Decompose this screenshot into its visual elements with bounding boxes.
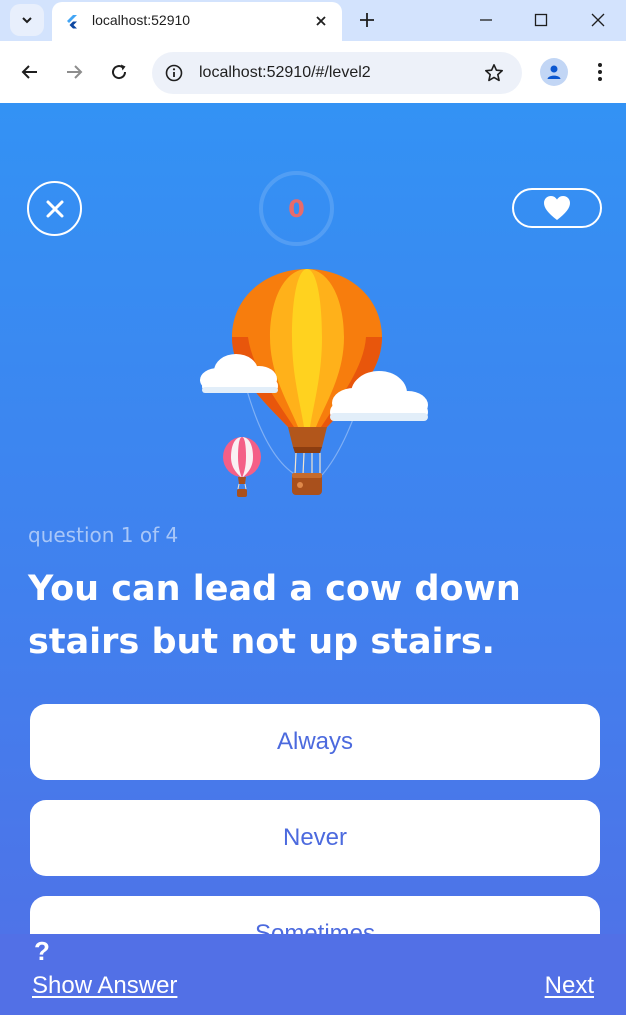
tab-close-button[interactable] — [310, 10, 332, 32]
address-bar[interactable]: localhost:52910/#/level2 — [152, 52, 522, 94]
answer-option-never[interactable]: Never — [30, 800, 600, 876]
favorite-button[interactable] — [512, 188, 602, 228]
question-counter: question 1 of 4 — [28, 523, 179, 547]
person-icon — [547, 65, 561, 79]
chevron-down-icon — [22, 17, 32, 24]
forward-button[interactable] — [58, 56, 90, 88]
info-icon — [165, 64, 183, 82]
arrow-left-icon — [21, 65, 37, 79]
close-icon — [316, 16, 326, 26]
browser-toolbar: localhost:52910/#/level2 — [0, 41, 626, 103]
help-icon: ? — [34, 936, 50, 966]
maximize-icon — [534, 13, 548, 27]
heart-icon — [544, 196, 570, 220]
new-tab-button[interactable] — [352, 5, 382, 35]
more-vert-icon — [598, 63, 602, 81]
show-answer-link[interactable]: Show Answer — [32, 972, 177, 1000]
reload-icon — [112, 64, 127, 80]
score-value: 0 — [288, 194, 305, 223]
score-indicator: 0 — [259, 171, 334, 246]
question-text: You can lead a cow down stairs but not u… — [28, 569, 521, 662]
tab-title: localhost:52910 — [92, 12, 191, 28]
minimize-button[interactable] — [458, 0, 514, 40]
tab-search-button[interactable] — [10, 4, 44, 36]
answer-option-always[interactable]: Always — [30, 704, 600, 780]
browser-tab[interactable]: localhost:52910 — [52, 2, 342, 41]
quiz-screen: 0 question 1 of 4 You can lead a cow dow… — [0, 103, 626, 1015]
profile-button[interactable] — [540, 58, 568, 86]
close-icon — [591, 13, 605, 27]
hot-air-balloon-illustration — [200, 269, 428, 497]
window-close-button[interactable] — [570, 0, 626, 40]
next-link[interactable]: Next — [545, 972, 594, 1000]
maximize-button[interactable] — [513, 0, 569, 40]
bottom-action-bar: ? Show Answer Next — [0, 934, 626, 1015]
browser-menu-button[interactable] — [586, 58, 614, 86]
exit-quiz-button[interactable] — [27, 181, 82, 236]
plus-icon — [360, 13, 374, 27]
flutter-icon — [67, 15, 77, 29]
minimize-icon — [480, 19, 492, 21]
url-text[interactable]: localhost:52910/#/level2 — [199, 64, 371, 82]
arrow-right-icon — [67, 65, 83, 79]
site-info-button[interactable] — [162, 61, 186, 85]
star-icon — [485, 64, 503, 82]
close-icon — [46, 200, 63, 217]
reload-button[interactable] — [103, 56, 135, 88]
tab-strip: localhost:52910 — [0, 0, 626, 41]
bookmark-button[interactable] — [482, 61, 506, 85]
back-button[interactable] — [14, 56, 46, 88]
